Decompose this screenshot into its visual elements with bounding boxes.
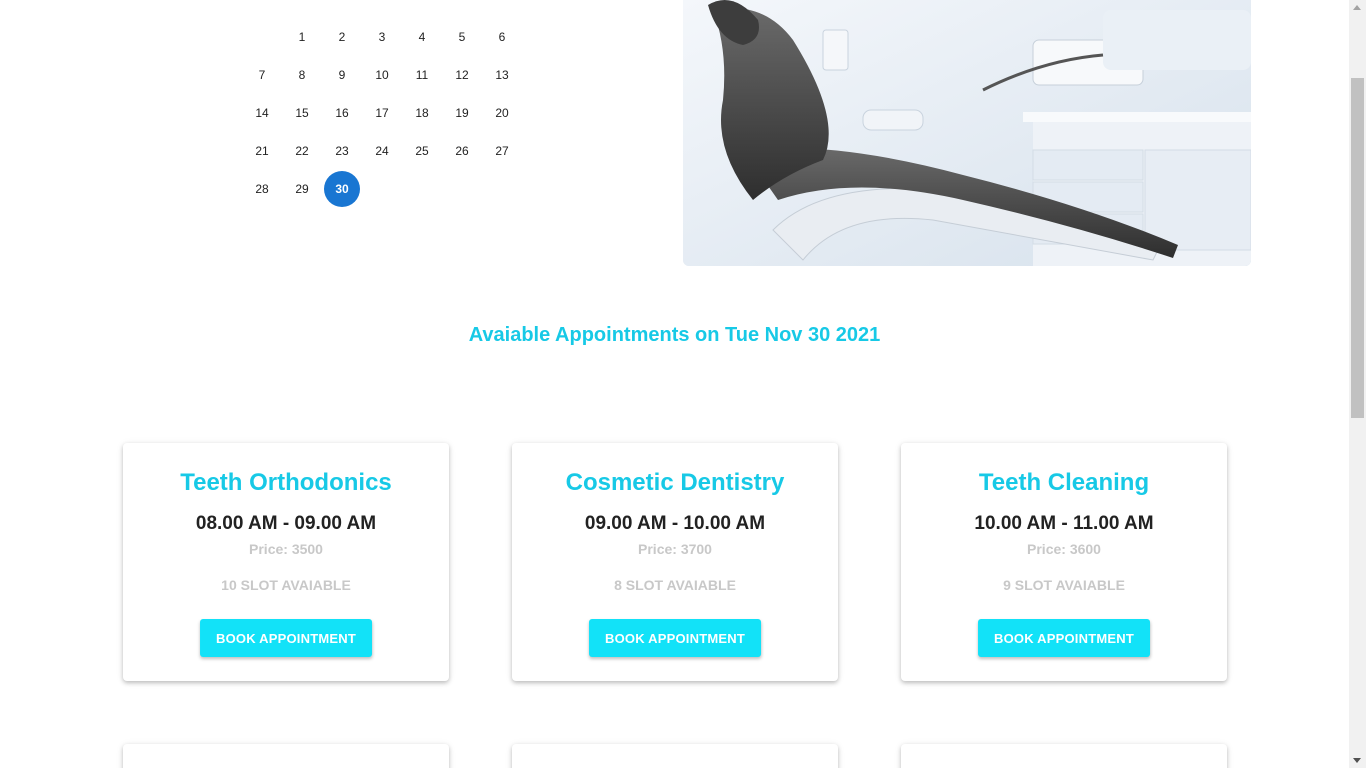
calendar-day[interactable]: 26 — [444, 133, 480, 169]
price-label: Price: 3700 — [638, 541, 712, 557]
calendar-day[interactable]: 11 — [404, 57, 440, 93]
calendar-day[interactable]: 16 — [324, 95, 360, 131]
calendar-day[interactable]: 22 — [284, 133, 320, 169]
scrollbar-thumb[interactable] — [1351, 78, 1364, 418]
appointment-card-partial — [901, 744, 1227, 768]
slots-available: 10 SLOT AVAIABLE — [221, 577, 351, 593]
dental-chair-photo — [683, 0, 1251, 266]
calendar-day[interactable]: 20 — [484, 95, 520, 131]
appointment-card: Teeth Orthodonics 08.00 AM - 09.00 AM Pr… — [123, 443, 449, 681]
calendar-day[interactable]: 27 — [484, 133, 520, 169]
scroll-down-icon[interactable] — [1353, 758, 1361, 763]
service-title: Teeth Cleaning — [978, 469, 1150, 496]
page-scrollbar[interactable] — [1349, 0, 1366, 768]
available-appointments-heading: Avaiable Appointments on Tue Nov 30 2021 — [468, 324, 881, 346]
calendar-day[interactable]: 9 — [324, 57, 360, 93]
calendar-day[interactable]: 24 — [364, 133, 400, 169]
calendar-day[interactable]: 1 — [284, 19, 320, 55]
book-appointment-button[interactable]: BOOK APPOINTMENT — [200, 619, 372, 657]
calendar-day[interactable]: 2 — [324, 19, 360, 55]
appointment-card-partial — [123, 744, 449, 768]
slots-available: 9 SLOT AVAIABLE — [1003, 577, 1125, 593]
appointment-card: Teeth Cleaning 10.00 AM - 11.00 AM Price… — [901, 443, 1227, 681]
calendar-day[interactable]: 8 — [284, 57, 320, 93]
calendar-day[interactable]: 3 — [364, 19, 400, 55]
time-slot: 08.00 AM - 09.00 AM — [195, 513, 377, 534]
calendar-day[interactable]: 4 — [404, 19, 440, 55]
calendar-day[interactable]: 28 — [244, 171, 280, 207]
calendar-day-selected[interactable]: 30 — [324, 171, 360, 207]
calendar-day[interactable]: 5 — [444, 19, 480, 55]
scroll-up-icon[interactable] — [1353, 5, 1361, 10]
calendar-day[interactable]: 25 — [404, 133, 440, 169]
calendar-day[interactable]: 12 — [444, 57, 480, 93]
calendar-day[interactable]: 15 — [284, 95, 320, 131]
appointment-card-partial — [512, 744, 838, 768]
calendar-day[interactable]: 21 — [244, 133, 280, 169]
price-label: Price: 3500 — [249, 541, 323, 557]
appointment-card: Cosmetic Dentistry 09.00 AM - 10.00 AM P… — [512, 443, 838, 681]
price-label: Price: 3600 — [1027, 541, 1101, 557]
service-title: Cosmetic Dentistry — [565, 469, 785, 496]
service-title: Teeth Orthodonics — [180, 469, 392, 496]
book-appointment-button[interactable]: BOOK APPOINTMENT — [978, 619, 1150, 657]
book-appointment-button[interactable]: BOOK APPOINTMENT — [589, 619, 761, 657]
time-slot: 10.00 AM - 11.00 AM — [974, 513, 1154, 534]
calendar-day[interactable]: 29 — [284, 171, 320, 207]
calendar-day[interactable]: 13 — [484, 57, 520, 93]
slots-available: 8 SLOT AVAIABLE — [614, 577, 736, 593]
dental-chair-image — [683, 0, 1251, 266]
calendar-day[interactable]: 18 — [404, 95, 440, 131]
calendar-day[interactable]: 10 — [364, 57, 400, 93]
calendar-day[interactable]: 23 — [324, 133, 360, 169]
time-slot: 09.00 AM - 10.00 AM — [584, 513, 766, 534]
calendar-day[interactable]: 14 — [244, 95, 280, 131]
calendar-day[interactable]: 17 — [364, 95, 400, 131]
calendar-day[interactable]: 6 — [484, 19, 520, 55]
calendar-day[interactable]: 7 — [244, 57, 280, 93]
calendar-day[interactable]: 19 — [444, 95, 480, 131]
calendar-weekday-header: S M T W T F S — [242, 0, 524, 2]
